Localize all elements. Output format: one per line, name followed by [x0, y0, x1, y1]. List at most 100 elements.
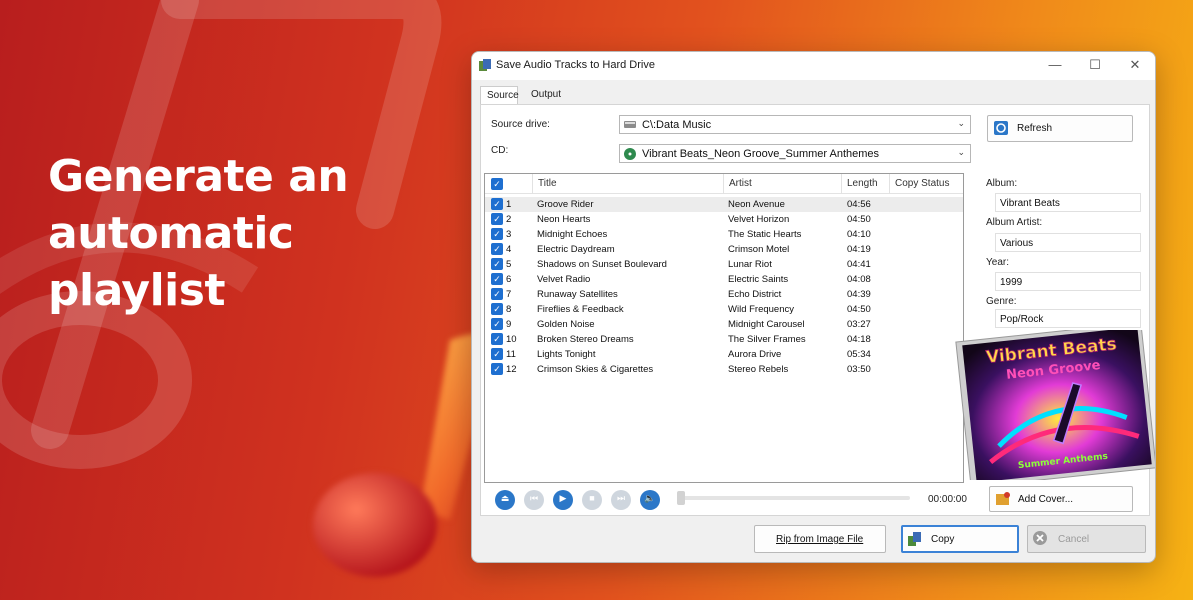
track-number: 12 [506, 364, 517, 375]
source-drive-label: Source drive: [491, 119, 550, 130]
track-number: 9 [506, 319, 512, 330]
track-artist: Midnight Carousel [728, 319, 805, 330]
volume-button[interactable]: 🔈 [640, 490, 660, 510]
album-artist-label: Album Artist: [986, 217, 1043, 228]
column-artist[interactable]: Artist [723, 174, 841, 194]
track-checkbox[interactable]: ✓ [491, 228, 503, 240]
add-cover-button[interactable]: Add Cover... [989, 486, 1133, 512]
track-checkbox[interactable]: ✓ [491, 243, 503, 255]
stop-button[interactable]: ■ [582, 490, 602, 510]
year-field[interactable]: 1999 [995, 272, 1141, 291]
track-number: 1 [506, 199, 512, 210]
track-checkbox[interactable]: ✓ [491, 213, 503, 225]
track-title: Fireflies & Feedback [537, 304, 624, 315]
tab-source[interactable]: Source [480, 86, 519, 104]
track-length: 04:39 [847, 289, 871, 300]
track-title: Neon Hearts [537, 214, 591, 225]
eject-button[interactable]: ⏏ [495, 490, 515, 510]
table-row[interactable]: ✓ 10 Broken Stereo Dreams The Silver Frames… [485, 332, 963, 347]
track-checkbox[interactable]: ✓ [491, 303, 503, 315]
cancel-button[interactable]: Cancel [1027, 525, 1146, 553]
column-length[interactable]: Length [841, 174, 889, 194]
title-bar: Save Audio Tracks to Hard Drive — ☐ ✕ [472, 52, 1155, 80]
maximize-button[interactable]: ☐ [1075, 52, 1115, 80]
track-artist: The Static Hearts [728, 229, 802, 240]
track-title: Electric Daydream [537, 244, 615, 255]
table-row[interactable]: ✓ 7 Runaway Satellites Echo District 04:39 [485, 287, 963, 302]
track-artist: Crimson Motel [728, 244, 790, 255]
add-cover-label: Add Cover... [1018, 494, 1074, 505]
track-artist: Velvet Horizon [728, 214, 790, 225]
refresh-icon [994, 121, 1008, 135]
track-number: 3 [506, 229, 512, 240]
rip-button[interactable]: Rip from Image File [754, 525, 886, 553]
refresh-label: Refresh [1017, 123, 1053, 134]
table-row[interactable]: ✓ 3 Midnight Echoes The Static Hearts 04:10 [485, 227, 963, 242]
genre-label: Genre: [986, 296, 1017, 307]
source-drive-value: C\:Data Music [642, 119, 712, 131]
column-copy-status[interactable]: Copy Status [889, 174, 963, 194]
previous-button[interactable]: ⏮ [524, 490, 544, 510]
track-artist: Wild Frequency [728, 304, 794, 315]
track-length: 04:50 [847, 304, 871, 315]
tab-output[interactable]: Output [525, 86, 567, 104]
cd-value: Vibrant Beats_Neon Groove_Summer Antheme… [642, 148, 880, 160]
track-title: Golden Noise [537, 319, 595, 330]
track-checkbox[interactable]: ✓ [491, 333, 503, 345]
track-length: 03:50 [847, 364, 871, 375]
table-row[interactable]: ✓ 12 Crimson Skies & Cigarettes Stereo Rebe… [485, 362, 963, 377]
track-title: Groove Rider [537, 199, 594, 210]
track-checkbox[interactable]: ✓ [491, 273, 503, 285]
seek-bar[interactable] [678, 496, 910, 500]
track-checkbox[interactable]: ✓ [491, 363, 503, 375]
album-field[interactable]: Vibrant Beats [995, 193, 1141, 212]
track-title: Lights Tonight [537, 349, 596, 360]
minimize-button[interactable]: — [1035, 52, 1075, 80]
track-checkbox[interactable]: ✓ [491, 198, 503, 210]
track-artist: Stereo Rebels [728, 364, 789, 375]
track-checkbox[interactable]: ✓ [491, 288, 503, 300]
track-length: 04:56 [847, 199, 871, 210]
album-artist-field[interactable]: Various [995, 233, 1141, 252]
cd-icon [624, 148, 636, 160]
track-checkbox[interactable]: ✓ [491, 318, 503, 330]
track-title: Runaway Satellites [537, 289, 618, 300]
track-list[interactable]: ✓ Title Artist Length Copy Status ✓ 1 Groo… [484, 173, 964, 483]
track-title: Midnight Echoes [537, 229, 608, 240]
headline: Generate an automatic playlist [48, 151, 349, 316]
play-button[interactable]: ▶ [553, 490, 573, 510]
select-all-checkbox[interactable]: ✓ [491, 178, 503, 190]
cancel-icon [1033, 531, 1047, 545]
table-row[interactable]: ✓ 5 Shadows on Sunset Boulevard Lunar Riot 0… [485, 257, 963, 272]
track-artist: Lunar Riot [728, 259, 772, 270]
table-row[interactable]: ✓ 2 Neon Hearts Velvet Horizon 04:50 [485, 212, 963, 227]
genre-field[interactable]: Pop/Rock [995, 309, 1141, 328]
cd-label: CD: [491, 145, 509, 156]
table-row[interactable]: ✓ 1 Groove Rider Neon Avenue 04:56 [485, 197, 963, 212]
track-checkbox[interactable]: ✓ [491, 348, 503, 360]
year-label: Year: [986, 257, 1009, 268]
column-title[interactable]: Title [532, 174, 723, 194]
table-row[interactable]: ✓ 9 Golden Noise Midnight Carousel 03:27 [485, 317, 963, 332]
track-title: Velvet Radio [537, 274, 591, 285]
track-length: 05:34 [847, 349, 871, 360]
track-title: Broken Stereo Dreams [537, 334, 634, 345]
cd-select[interactable]: Vibrant Beats_Neon Groove_Summer Antheme… [619, 144, 971, 163]
track-number: 7 [506, 289, 512, 300]
source-drive-select[interactable]: C\:Data Music ⌄ [619, 115, 971, 134]
copy-button[interactable]: Copy [901, 525, 1019, 553]
table-row[interactable]: ✓ 8 Fireflies & Feedback Wild Frequency 04:5… [485, 302, 963, 317]
track-artist: Electric Saints [728, 274, 789, 285]
track-title: Crimson Skies & Cigarettes [537, 364, 654, 375]
close-button[interactable]: ✕ [1115, 52, 1155, 80]
track-number: 6 [506, 274, 512, 285]
table-row[interactable]: ✓ 11 Lights Tonight Aurora Drive 05:34 [485, 347, 963, 362]
track-length: 04:08 [847, 274, 871, 285]
track-artist: Echo District [728, 289, 782, 300]
table-row[interactable]: ✓ 4 Electric Daydream Crimson Motel 04:19 [485, 242, 963, 257]
next-button[interactable]: ⏭ [611, 490, 631, 510]
track-checkbox[interactable]: ✓ [491, 258, 503, 270]
table-row[interactable]: ✓ 6 Velvet Radio Electric Saints 04:08 [485, 272, 963, 287]
seek-thumb[interactable] [677, 491, 685, 505]
refresh-button[interactable]: Refresh [987, 115, 1133, 142]
